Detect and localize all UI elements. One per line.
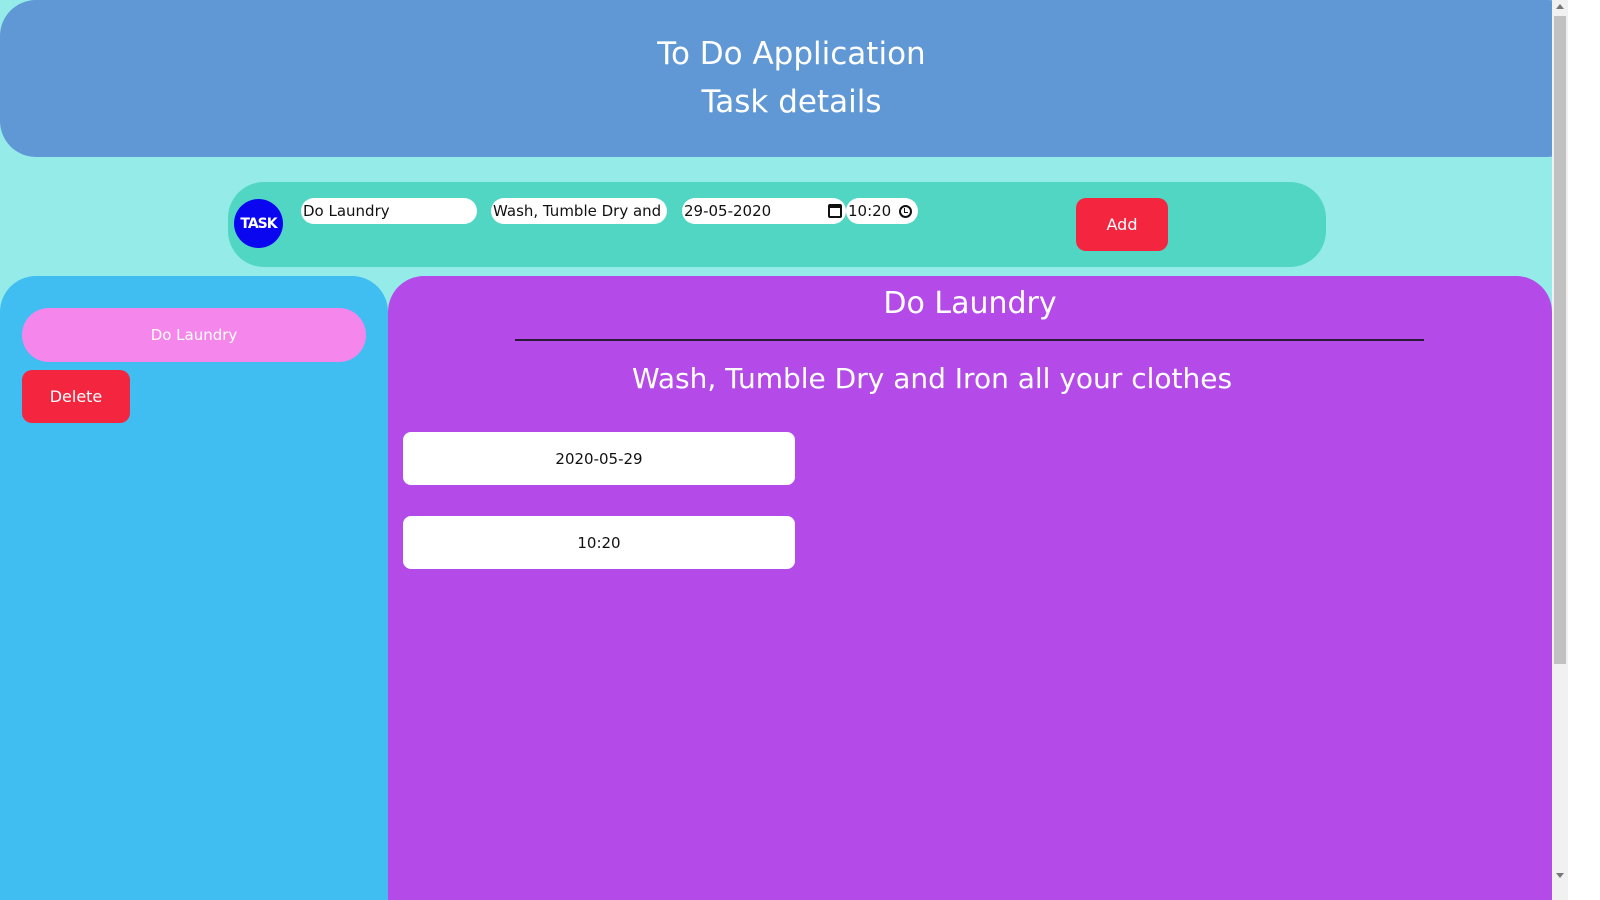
- task-detail-date: 2020-05-29: [403, 432, 795, 485]
- task-detail-title: Do Laundry: [883, 286, 1057, 321]
- scrollbar-thumb[interactable]: [1554, 16, 1566, 664]
- task-name-input[interactable]: Do Laundry: [301, 198, 477, 224]
- task-list-sidebar: Do Laundry Delete: [0, 276, 388, 900]
- task-date-value: 29-05-2020: [684, 202, 772, 220]
- scroll-down-arrow-icon[interactable]: [1556, 873, 1564, 878]
- task-detail-description: Wash, Tumble Dry and Iron all your cloth…: [631, 362, 1233, 395]
- delete-button[interactable]: Delete: [22, 370, 130, 423]
- window-edge: [1568, 0, 1600, 900]
- clock-icon[interactable]: [899, 204, 912, 218]
- task-description-input[interactable]: Wash, Tumble Dry and Ir: [491, 198, 667, 224]
- task-logo-icon: TASK: [234, 199, 283, 248]
- task-time-input[interactable]: 10:20: [846, 198, 918, 224]
- add-button[interactable]: Add: [1076, 198, 1168, 251]
- app-title: To Do Application: [657, 36, 926, 72]
- task-details-panel: Do Laundry Wash, Tumble Dry and Iron all…: [388, 276, 1552, 900]
- divider: [515, 339, 1424, 341]
- page-subtitle: Task details: [701, 84, 882, 120]
- task-description-value: Wash, Tumble Dry and Ir: [493, 202, 667, 220]
- task-name-value: Do Laundry: [303, 202, 390, 220]
- page-scrollbar[interactable]: [1552, 0, 1568, 900]
- calendar-icon[interactable]: [828, 204, 842, 218]
- app-header: To Do Application Task details: [0, 0, 1583, 157]
- scroll-up-arrow-icon[interactable]: [1556, 4, 1564, 9]
- task-time-value: 10:20: [848, 202, 892, 220]
- task-list-item[interactable]: Do Laundry: [22, 308, 366, 362]
- task-date-input[interactable]: 29-05-2020: [682, 198, 846, 224]
- task-form: TASK Do Laundry Wash, Tumble Dry and Ir …: [228, 182, 1326, 267]
- task-detail-time: 10:20: [403, 516, 795, 569]
